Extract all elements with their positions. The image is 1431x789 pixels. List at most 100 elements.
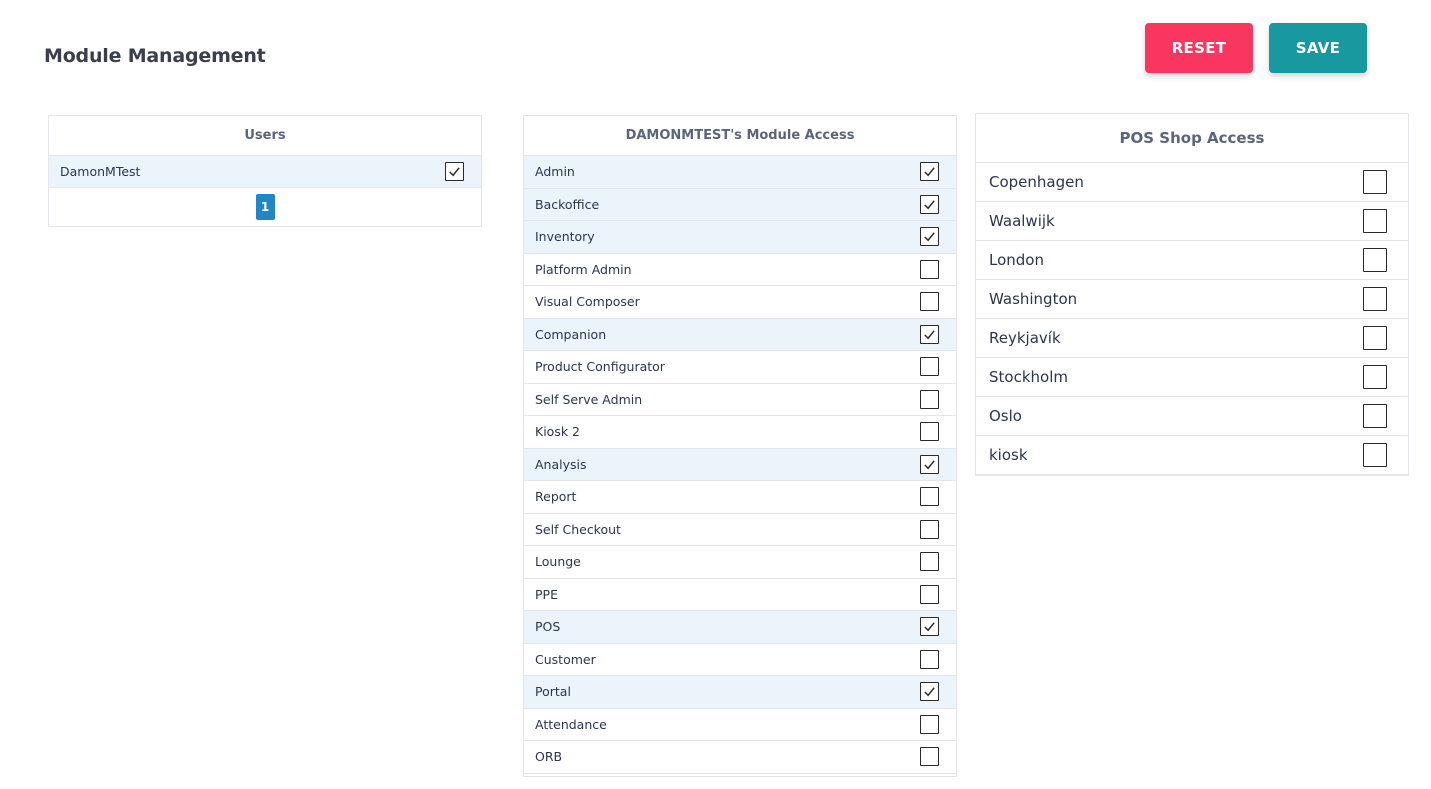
shop-checkbox[interactable] — [1363, 209, 1387, 233]
shop-row[interactable]: Washington — [976, 280, 1408, 319]
shop-checkbox[interactable] — [1363, 365, 1387, 389]
checkmark-icon — [924, 622, 935, 632]
save-button[interactable]: SAVE — [1269, 23, 1367, 73]
page-button-1[interactable]: 1 — [255, 194, 275, 220]
module-row[interactable]: PPE — [524, 579, 956, 611]
module-row[interactable]: Self Checkout — [524, 514, 956, 546]
shop-name: Washington — [989, 290, 1078, 308]
module-name: Backoffice — [535, 196, 600, 212]
module-name: Platform Admin — [535, 261, 632, 277]
module-name: ORB — [535, 749, 563, 765]
shop-name: Reykjavík — [989, 329, 1061, 347]
shop-list: Copenhagen Waalwijk London Washington Reykja… — [976, 163, 1408, 475]
pos-shop-access-panel: POS Shop Access Copenhagen Waalwijk London… — [975, 113, 1409, 476]
checkmark-icon — [924, 460, 935, 470]
user-row[interactable]: DamonMTest — [49, 156, 481, 188]
shop-row[interactable]: Copenhagen — [976, 163, 1408, 202]
module-checkbox[interactable] — [920, 487, 939, 507]
module-name: Analysis — [535, 456, 587, 472]
checkmark-icon — [449, 167, 460, 177]
shop-name: kiosk — [989, 446, 1028, 464]
module-checkbox[interactable] — [920, 227, 939, 247]
shop-name: Oslo — [989, 407, 1022, 425]
module-name: Visual Composer — [535, 294, 640, 310]
module-checkbox[interactable] — [920, 324, 939, 344]
module-checkbox[interactable] — [920, 422, 939, 442]
module-row[interactable]: Analysis — [524, 448, 956, 481]
shop-checkbox[interactable] — [1363, 248, 1387, 272]
module-row[interactable]: Inventory — [524, 221, 956, 254]
module-checkbox[interactable] — [920, 292, 939, 312]
module-name: POS — [535, 619, 561, 635]
module-checkbox[interactable] — [920, 682, 939, 702]
user-checkbox[interactable] — [445, 162, 464, 181]
shop-row[interactable]: Oslo — [976, 397, 1408, 436]
users-panel: Users DamonMTest 1 — [48, 115, 482, 227]
module-checkbox[interactable] — [920, 259, 939, 279]
module-checkbox[interactable] — [920, 747, 939, 767]
module-name: Attendance — [535, 716, 607, 732]
users-panel-header: Users — [49, 116, 481, 156]
module-row[interactable]: Companion — [524, 318, 956, 351]
shop-row[interactable]: Stockholm — [976, 358, 1408, 397]
module-name: Admin — [535, 164, 575, 180]
shop-name: Stockholm — [989, 368, 1068, 386]
module-row[interactable]: Admin — [524, 156, 956, 189]
shop-name: Copenhagen — [989, 173, 1084, 191]
module-name: Portal — [535, 684, 571, 700]
module-checkbox[interactable] — [920, 357, 939, 377]
page-title: Module Management — [44, 45, 266, 67]
module-row[interactable]: Attendance — [524, 709, 956, 741]
module-checkbox[interactable] — [920, 519, 939, 539]
shop-checkbox[interactable] — [1363, 287, 1387, 311]
module-row[interactable]: Customer — [524, 644, 956, 676]
module-name: Kiosk 2 — [535, 424, 580, 440]
module-row[interactable]: Backoffice — [524, 188, 956, 221]
module-checkbox[interactable] — [920, 389, 939, 409]
checkmark-icon — [924, 167, 935, 177]
module-row[interactable]: Visual Composer — [524, 286, 956, 319]
reset-button[interactable]: RESET — [1145, 23, 1253, 73]
user-name: DamonMTest — [60, 164, 141, 179]
module-checkbox[interactable] — [920, 454, 939, 474]
module-name: Companion — [535, 326, 607, 342]
module-row[interactable]: Lounge — [524, 546, 956, 579]
module-row[interactable]: Portal — [524, 676, 956, 709]
module-name: Inventory — [535, 229, 595, 245]
module-row[interactable]: Product Configurator — [524, 351, 956, 384]
checkmark-icon — [924, 232, 935, 242]
module-checkbox[interactable] — [920, 617, 939, 637]
shop-checkbox[interactable] — [1363, 443, 1387, 467]
shop-row[interactable]: kiosk — [976, 436, 1408, 475]
module-name: Self Checkout — [535, 521, 621, 537]
module-row[interactable]: Platform Admin — [524, 254, 956, 286]
shop-checkbox[interactable] — [1363, 326, 1387, 350]
shop-row[interactable]: Waalwijk — [976, 202, 1408, 241]
module-checkbox[interactable] — [920, 649, 939, 669]
shop-name: London — [989, 251, 1044, 269]
module-name: Self Serve Admin — [535, 391, 643, 407]
module-name: Customer — [535, 651, 596, 667]
checkmark-icon — [924, 687, 935, 697]
module-row[interactable]: Report — [524, 481, 956, 514]
module-checkbox[interactable] — [920, 552, 939, 572]
checkmark-icon — [924, 330, 935, 340]
shop-row[interactable]: London — [976, 241, 1408, 280]
module-row[interactable]: POS — [524, 611, 956, 644]
module-checkbox[interactable] — [920, 584, 939, 604]
module-name: Product Configurator — [535, 359, 665, 375]
module-access-panel: DAMONMTEST's Module Access Admin Backoffi… — [523, 115, 957, 777]
module-checkbox[interactable] — [920, 162, 939, 182]
module-row[interactable]: Kiosk 2 — [524, 416, 956, 449]
shop-name: Waalwijk — [989, 212, 1055, 230]
module-checkbox[interactable] — [920, 714, 939, 734]
shop-checkbox[interactable] — [1363, 170, 1387, 194]
pos-shop-access-header: POS Shop Access — [976, 114, 1408, 163]
shop-checkbox[interactable] — [1363, 404, 1387, 428]
module-row[interactable]: ORB — [524, 741, 956, 774]
module-row[interactable]: Self Serve Admin — [524, 384, 956, 416]
module-checkbox[interactable] — [920, 194, 939, 214]
module-list: Admin Backoffice Inventory Platform Admin Vi… — [524, 156, 956, 774]
shop-row[interactable]: Reykjavík — [976, 319, 1408, 358]
users-list: DamonMTest — [49, 156, 481, 188]
